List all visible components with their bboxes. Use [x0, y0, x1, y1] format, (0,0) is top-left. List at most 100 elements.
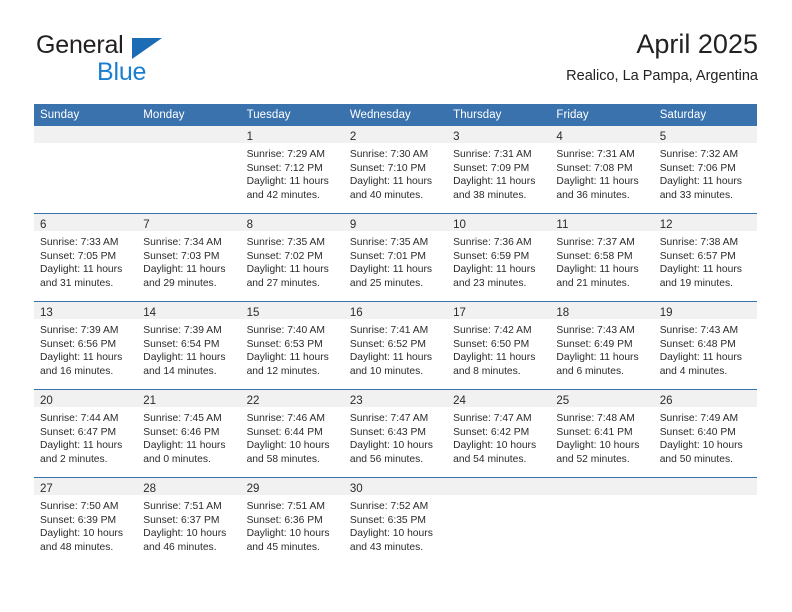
calendar-day-cell[interactable]: 13 Sunrise: 7:39 AM Sunset: 6:56 PM Dayligh…	[34, 301, 138, 390]
day-details: Sunrise: 7:34 AM Sunset: 7:03 PM Daylight:…	[137, 231, 240, 290]
sunset-text: Sunset: 7:06 PM	[659, 162, 736, 174]
day-details: Sunrise: 7:30 AM Sunset: 7:10 PM Daylight:…	[344, 143, 447, 202]
calendar-day-cell[interactable]: 2 Sunrise: 7:30 AM Sunset: 7:10 PM Daylight…	[343, 126, 448, 214]
day-number-band: 22	[240, 390, 344, 407]
sunrise-text: Sunrise: 7:38 AM	[659, 237, 739, 248]
calendar-day-cell[interactable]: 21 Sunrise: 7:45 AM Sunset: 6:46 PM Dayligh…	[137, 389, 241, 478]
calendar-empty-cell	[34, 126, 138, 214]
calendar-day-cell[interactable]: 22 Sunrise: 7:46 AM Sunset: 6:44 PM Dayligh…	[240, 389, 344, 478]
day-number: 25	[556, 395, 570, 407]
calendar-day-cell[interactable]: 27 Sunrise: 7:50 AM Sunset: 6:39 PM Dayligh…	[34, 477, 138, 565]
day-details	[550, 495, 653, 500]
day-number-band: 23	[343, 390, 448, 407]
generalblue-logo[interactable]: General Blue	[34, 31, 224, 87]
calendar-empty-cell	[447, 477, 551, 565]
daylight-text: Daylight: 10 hours	[349, 440, 433, 452]
daylight-text: and 2 minutes.	[40, 453, 108, 465]
sunrise-text: Sunrise: 7:47 AM	[453, 413, 532, 424]
day-details: Sunrise: 7:44 AM Sunset: 6:47 PM Daylight:…	[34, 407, 137, 466]
day-details: Sunrise: 7:47 AM Sunset: 6:42 PM Daylight:…	[447, 407, 550, 466]
sunrise-text: Sunrise: 7:31 AM	[556, 149, 635, 160]
daylight-text: Daylight: 11 hours	[659, 352, 742, 364]
calendar-day-cell[interactable]: 1 Sunrise: 7:29 AM Sunset: 7:12 PM Daylight…	[240, 126, 344, 214]
day-details	[137, 143, 240, 148]
calendar-day-cell[interactable]: 16 Sunrise: 7:41 AM Sunset: 6:52 PM Dayligh…	[343, 301, 448, 390]
day-number-band: 8	[240, 214, 344, 231]
daylight-text: and 58 minutes.	[246, 453, 320, 465]
daylight-text: Daylight: 11 hours	[453, 352, 536, 364]
weekday-header-monday: Monday	[137, 104, 241, 126]
day-number: 13	[40, 307, 53, 319]
daylight-text: Daylight: 11 hours	[659, 264, 742, 276]
daylight-text: and 36 minutes.	[556, 189, 630, 201]
sunset-text: Sunset: 6:54 PM	[143, 338, 220, 350]
calendar-day-cell[interactable]: 14 Sunrise: 7:39 AM Sunset: 6:54 PM Dayligh…	[137, 301, 241, 390]
day-number: 30	[349, 483, 363, 495]
daylight-text: and 40 minutes.	[349, 189, 424, 201]
sunset-text: Sunset: 6:42 PM	[453, 426, 530, 438]
day-number: 8	[246, 219, 253, 231]
calendar-day-cell[interactable]: 26 Sunrise: 7:49 AM Sunset: 6:40 PM Dayligh…	[653, 389, 757, 478]
day-number-band: 13	[34, 302, 138, 319]
page-subtitle: Realico, La Pampa, Argentina	[566, 68, 758, 84]
day-number: 24	[453, 395, 466, 407]
sunset-text: Sunset: 7:09 PM	[453, 162, 530, 174]
daylight-text: Daylight: 11 hours	[556, 352, 639, 364]
daylight-text: Daylight: 10 hours	[659, 440, 743, 452]
calendar-day-cell[interactable]: 18 Sunrise: 7:43 AM Sunset: 6:49 PM Dayligh…	[550, 301, 654, 390]
calendar-day-cell[interactable]: 7 Sunrise: 7:34 AM Sunset: 7:03 PM Daylight…	[137, 213, 241, 302]
calendar-day-cell[interactable]: 12 Sunrise: 7:38 AM Sunset: 6:57 PM Dayligh…	[653, 213, 757, 302]
calendar-day-cell[interactable]: 20 Sunrise: 7:44 AM Sunset: 6:47 PM Dayligh…	[34, 389, 138, 478]
day-number: 28	[143, 483, 157, 495]
calendar-day-cell[interactable]: 17 Sunrise: 7:42 AM Sunset: 6:50 PM Dayligh…	[447, 301, 551, 390]
sunrise-text: Sunrise: 7:49 AM	[659, 413, 739, 424]
day-number: 21	[143, 395, 157, 407]
calendar-day-cell[interactable]: 23 Sunrise: 7:47 AM Sunset: 6:43 PM Dayligh…	[343, 389, 448, 478]
day-number-band	[447, 478, 551, 495]
sunset-text: Sunset: 6:43 PM	[349, 426, 426, 438]
day-number-band: 2	[343, 126, 448, 143]
day-number-band: 6	[34, 214, 138, 231]
calendar-day-cell[interactable]: 28 Sunrise: 7:51 AM Sunset: 6:37 PM Dayligh…	[137, 477, 241, 565]
calendar-day-cell[interactable]: 9 Sunrise: 7:35 AM Sunset: 7:01 PM Daylight…	[343, 213, 448, 302]
sunset-text: Sunset: 6:44 PM	[246, 426, 323, 438]
day-number-band: 15	[240, 302, 344, 319]
day-details: Sunrise: 7:29 AM Sunset: 7:12 PM Daylight:…	[241, 143, 344, 202]
calendar-day-cell[interactable]: 3 Sunrise: 7:31 AM Sunset: 7:09 PM Daylight…	[447, 126, 551, 214]
daylight-text: and 56 minutes.	[349, 453, 424, 465]
sunrise-text: Sunrise: 7:39 AM	[40, 325, 119, 336]
calendar-day-cell[interactable]: 6 Sunrise: 7:33 AM Sunset: 7:05 PM Daylight…	[34, 213, 138, 302]
daylight-text: and 16 minutes.	[40, 365, 114, 377]
daylight-text: and 21 minutes.	[556, 277, 630, 289]
calendar-day-cell[interactable]: 8 Sunrise: 7:35 AM Sunset: 7:02 PM Daylight…	[240, 213, 344, 302]
calendar-day-cell[interactable]: 25 Sunrise: 7:48 AM Sunset: 6:41 PM Dayligh…	[550, 389, 654, 478]
daylight-text: and 10 minutes.	[349, 365, 424, 377]
daylight-text: Daylight: 10 hours	[453, 440, 537, 452]
calendar-week-row: 13 Sunrise: 7:39 AM Sunset: 6:56 PM Dayligh…	[34, 301, 757, 390]
day-details: Sunrise: 7:43 AM Sunset: 6:48 PM Daylight:…	[654, 319, 757, 378]
calendar-day-cell[interactable]: 30 Sunrise: 7:52 AM Sunset: 6:35 PM Dayligh…	[343, 477, 448, 565]
calendar-day-cell[interactable]: 11 Sunrise: 7:37 AM Sunset: 6:58 PM Dayligh…	[550, 213, 654, 302]
calendar-day-cell[interactable]: 10 Sunrise: 7:36 AM Sunset: 6:59 PM Dayligh…	[447, 213, 551, 302]
sunset-text: Sunset: 6:53 PM	[246, 338, 323, 350]
sunrise-text: Sunrise: 7:29 AM	[246, 149, 325, 160]
sunset-text: Sunset: 7:08 PM	[556, 162, 633, 174]
calendar-day-cell[interactable]: 15 Sunrise: 7:40 AM Sunset: 6:53 PM Dayligh…	[240, 301, 344, 390]
daylight-text: and 14 minutes.	[143, 365, 217, 377]
day-number: 11	[556, 219, 569, 231]
daylight-text: and 4 minutes.	[659, 365, 728, 377]
daylight-text: and 42 minutes.	[246, 189, 320, 201]
day-details: Sunrise: 7:50 AM Sunset: 6:39 PM Daylight:…	[34, 495, 137, 554]
day-details: Sunrise: 7:43 AM Sunset: 6:49 PM Daylight:…	[550, 319, 653, 378]
daylight-text: and 6 minutes.	[556, 365, 624, 377]
calendar-day-cell[interactable]: 5 Sunrise: 7:32 AM Sunset: 7:06 PM Daylight…	[653, 126, 757, 214]
calendar-day-cell[interactable]: 19 Sunrise: 7:43 AM Sunset: 6:48 PM Dayligh…	[653, 301, 757, 390]
sunset-text: Sunset: 6:56 PM	[40, 338, 117, 350]
sunrise-text: Sunrise: 7:33 AM	[40, 237, 119, 248]
calendar-day-cell[interactable]: 4 Sunrise: 7:31 AM Sunset: 7:08 PM Daylight…	[550, 126, 654, 214]
calendar-day-cell[interactable]: 29 Sunrise: 7:51 AM Sunset: 6:36 PM Dayligh…	[240, 477, 344, 565]
day-number-band: 21	[137, 390, 241, 407]
day-number-band	[34, 126, 138, 143]
day-number-band: 3	[447, 126, 551, 143]
calendar-day-cell[interactable]: 24 Sunrise: 7:47 AM Sunset: 6:42 PM Dayligh…	[447, 389, 551, 478]
